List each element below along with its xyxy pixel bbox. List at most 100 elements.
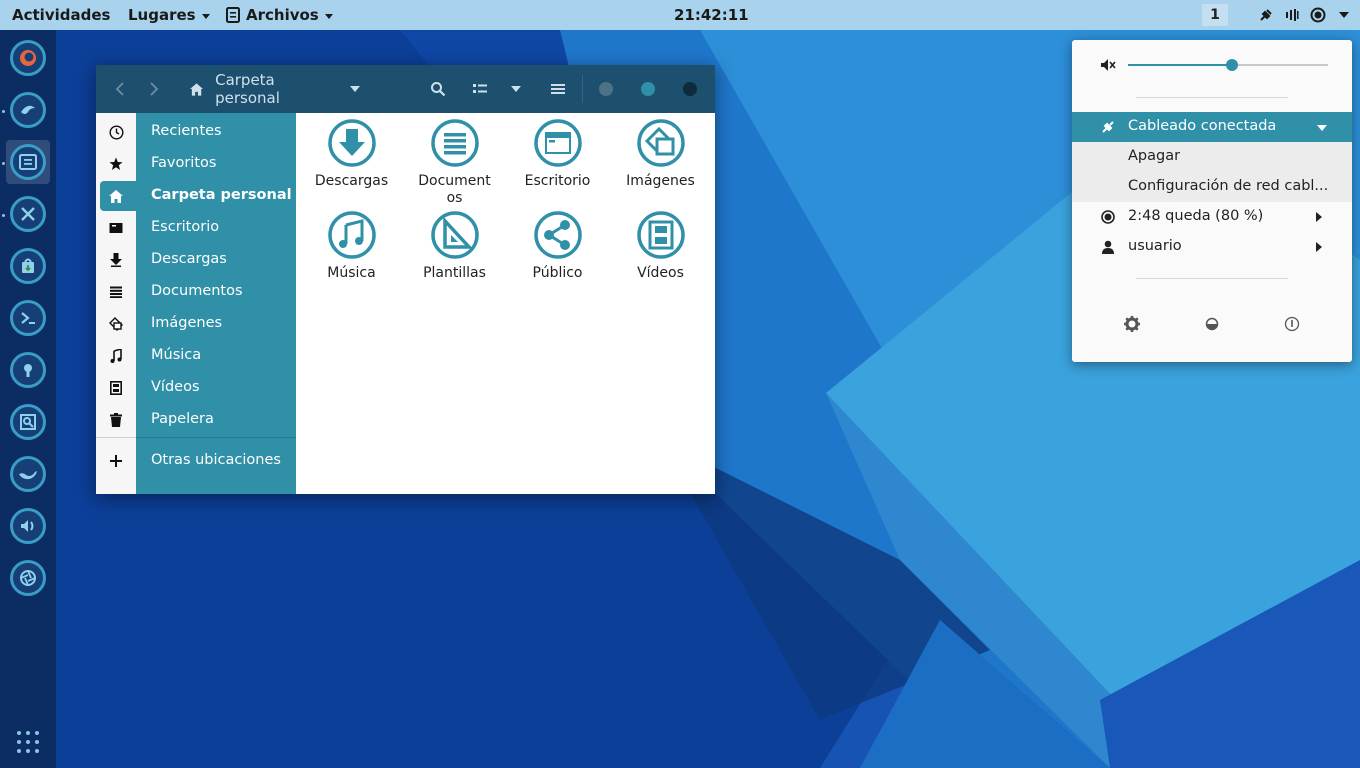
video-icon (108, 380, 124, 396)
folder-público[interactable]: Público (506, 211, 609, 301)
folder-documentos[interactable]: Documentos (403, 119, 506, 209)
sidebar-item-favoritos[interactable]: Favoritos (96, 149, 296, 179)
folder-escritorio[interactable]: Escritorio (506, 119, 609, 209)
sidebar-item-otras-ubicaciones[interactable]: Otras ubicaciones (96, 446, 296, 476)
volume-slider[interactable] (1128, 59, 1328, 71)
menu-separator (1136, 278, 1288, 279)
app-menu-label: Archivos (246, 6, 319, 24)
sidebar-item-papelera[interactable]: Papelera (96, 405, 296, 435)
sound-icon[interactable] (6, 504, 50, 548)
chevron-left-icon (115, 82, 124, 96)
desktop-icon (108, 220, 124, 236)
folder-imágenes[interactable]: Imágenes (609, 119, 712, 209)
folder-música[interactable]: Música (300, 211, 403, 301)
software-center-icon[interactable] (6, 244, 50, 288)
user-label: usuario (1128, 238, 1182, 254)
sidebar-item-música[interactable]: Música (96, 341, 296, 371)
trash-icon (108, 412, 124, 428)
wired-settings-item[interactable]: Configuración de red cabl... (1072, 172, 1352, 202)
forward-button[interactable] (144, 77, 164, 101)
path-bar-button[interactable]: Carpeta personal (190, 71, 360, 107)
terminal-icon[interactable] (6, 296, 50, 340)
running-indicator (2, 162, 5, 165)
view-toggle-button[interactable] (470, 77, 490, 101)
lock-icon[interactable] (1202, 314, 1222, 334)
wired-off-item[interactable]: Apagar (1072, 142, 1352, 172)
folder-descargas[interactable]: Descargas (300, 119, 403, 209)
camera-aperture-icon[interactable] (6, 556, 50, 600)
search-button[interactable] (428, 77, 448, 101)
sidebar-item-vídeos[interactable]: Vídeos (96, 373, 296, 403)
home-icon (190, 82, 204, 96)
sidebar-item-recientes[interactable]: Recientes (96, 117, 296, 147)
home-icon (108, 188, 124, 204)
sidebar-item-imágenes[interactable]: Imágenes (96, 309, 296, 339)
sidebar-item-label: Música (151, 347, 202, 363)
clock[interactable]: 21:42:11 (674, 0, 749, 30)
status-area[interactable] (1258, 0, 1352, 30)
view-options-button[interactable] (506, 77, 526, 101)
sidebar-item-documentos[interactable]: Documentos (96, 277, 296, 307)
folder-music-icon (328, 211, 376, 259)
path-label: Carpeta personal (215, 71, 280, 107)
back-button[interactable] (110, 77, 130, 101)
system-menu-arrow-icon[interactable] (1336, 7, 1352, 23)
firefox-icon[interactable] (6, 36, 50, 80)
show-apps-grid-icon[interactable] (16, 730, 40, 754)
close-button[interactable] (683, 82, 697, 96)
hamburger-menu-icon (551, 84, 565, 94)
genie-lamp-icon[interactable] (6, 452, 50, 496)
chevron-right-icon (1316, 212, 1322, 222)
sidebar-item-label: Vídeos (151, 379, 200, 395)
network-wired-icon[interactable] (1258, 7, 1274, 23)
screenshot-icon[interactable] (6, 400, 50, 444)
wired-settings-label: Configuración de red cabl... (1128, 178, 1328, 194)
minimize-button[interactable] (599, 82, 613, 96)
folder-label: Plantillas (423, 265, 486, 281)
header-separator (582, 75, 583, 103)
volume-muted-icon[interactable] (1100, 57, 1116, 73)
network-wired-icon (1100, 119, 1116, 135)
plus-icon (108, 453, 124, 469)
settings-icon[interactable] (1122, 314, 1142, 334)
folder-pictures-icon (637, 119, 685, 167)
folder-label: Público (532, 265, 583, 281)
power-icon[interactable] (1282, 314, 1302, 334)
user-item[interactable]: usuario (1072, 232, 1352, 262)
folder-plantillas[interactable]: Plantillas (403, 211, 506, 301)
sidebar-item-descargas[interactable]: Descargas (96, 245, 296, 275)
workspace-indicator[interactable]: 1 (1202, 4, 1228, 26)
dock (0, 30, 56, 768)
menu-button[interactable] (548, 77, 568, 101)
folder-videos-icon (637, 211, 685, 259)
folder-label: Documentos (418, 173, 491, 206)
sidebar-item-label: Papelera (151, 411, 214, 427)
sidebar-item-label: Imágenes (151, 315, 223, 331)
volume-icon[interactable] (1284, 7, 1300, 23)
sidebar-item-carpeta-personal[interactable]: Carpeta personal (96, 181, 296, 211)
image-icon (108, 316, 124, 332)
maximize-button[interactable] (641, 82, 655, 96)
wired-connection-item[interactable]: Cableado conectada (1072, 112, 1352, 142)
files-icon[interactable] (6, 140, 50, 184)
sidebar-item-label: Recientes (151, 123, 222, 139)
music-icon (108, 348, 124, 364)
battery-icon[interactable] (1310, 7, 1326, 23)
sidebar-list: Recientes Favoritos Carpeta personal Escrit… (96, 113, 296, 494)
app-menu[interactable]: Archivos (226, 0, 333, 30)
thunderbird-icon[interactable] (6, 88, 50, 132)
sidebar-item-label: Favoritos (151, 155, 217, 171)
battery-item[interactable]: 2:48 queda (80 %) (1072, 202, 1352, 232)
chevron-down-icon (1317, 125, 1327, 131)
list-view-icon (473, 84, 487, 93)
user-icon (1100, 239, 1116, 255)
volume-slider-handle[interactable] (1226, 59, 1238, 71)
places-menu[interactable]: Lugares (128, 0, 210, 30)
keyring-icon[interactable] (6, 348, 50, 392)
folder-vídeos[interactable]: Vídeos (609, 211, 712, 301)
activities-button[interactable]: Actividades (12, 0, 110, 30)
tools-icon[interactable] (6, 192, 50, 236)
sidebar-item-label: Documentos (151, 283, 243, 299)
sidebar-item-escritorio[interactable]: Escritorio (96, 213, 296, 243)
system-menu: Cableado conectada Apagar Configuración … (1072, 40, 1352, 362)
